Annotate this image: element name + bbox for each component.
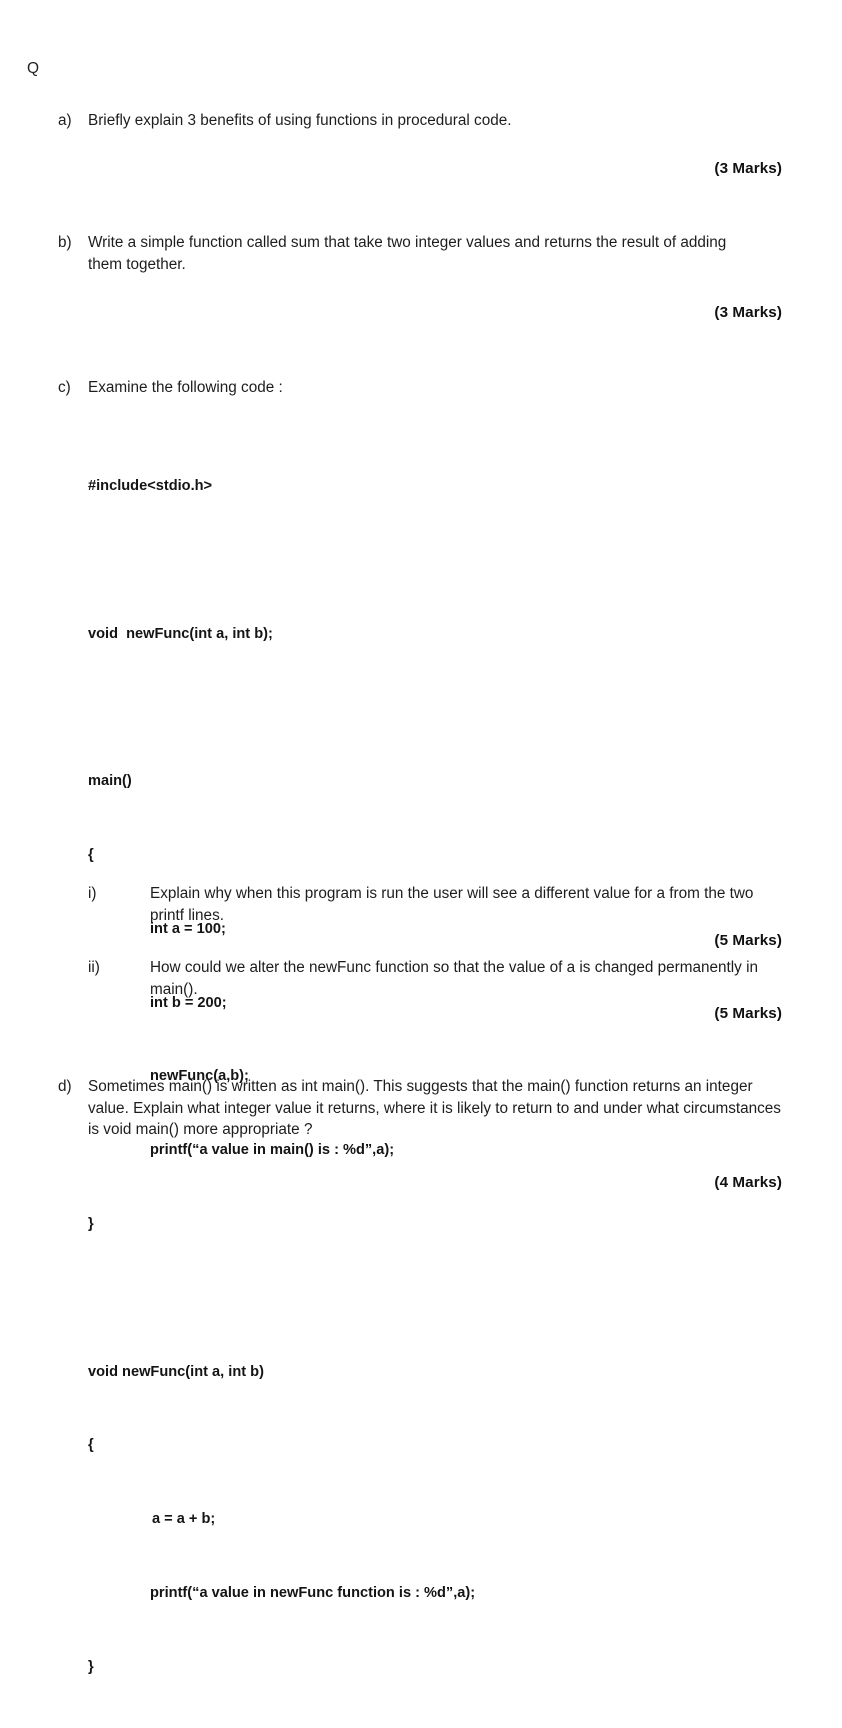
code-line-printf-newfunc: printf(“a value in newFunc function is :… [150, 1584, 476, 1601]
code-line-main-open-brace: { [88, 847, 94, 864]
marks-question-d: (4 Marks) [714, 1174, 782, 1191]
question-number-marker: Q [27, 60, 40, 77]
question-d-row: d) Sometimes main() is written as int ma… [0, 1076, 842, 1141]
marks-question-c-sub-i: (5 Marks) [714, 932, 782, 949]
question-c-sub-i-row: i) Explain why when this program is run … [0, 883, 842, 926]
code-line-newfunc-open-brace: { [88, 1437, 94, 1454]
marks-question-b: (3 Marks) [714, 304, 782, 321]
question-b: b) Write a simple function called sum th… [0, 232, 842, 275]
marks-question-c-sub-ii: (5 Marks) [714, 1005, 782, 1022]
code-line-newfunc-close-brace: } [88, 1658, 94, 1675]
question-c-sub-i-label: i) [88, 885, 97, 902]
question-a-label: a) [58, 112, 72, 129]
question-a-row: a) Briefly explain 3 benefits of using f… [0, 110, 842, 132]
question-d-label: d) [58, 1078, 72, 1095]
question-c-sub-i: i) Explain why when this program is run … [0, 883, 842, 926]
question-c-sub-ii-label: ii) [88, 959, 100, 976]
code-line-include: #include<stdio.h> [88, 478, 213, 495]
question-c-sub-ii: ii) How could we alter the newFunc funct… [0, 957, 842, 1000]
question-c-text: Examine the following code : [88, 379, 283, 396]
document-page: Q a) Briefly explain 3 benefits of using… [0, 0, 842, 1675]
question-b-text: Write a simple function called sum that … [88, 234, 727, 273]
question-d: d) Sometimes main() is written as int ma… [0, 1076, 842, 1141]
question-a: a) Briefly explain 3 benefits of using f… [0, 110, 842, 132]
marks-question-a: (3 Marks) [714, 160, 782, 177]
code-line-prototype: void newFunc(int a, int b); [88, 625, 273, 642]
question-c-sub-ii-row: ii) How could we alter the newFunc funct… [0, 957, 842, 1000]
code-line-assign-a: a = a + b; [152, 1511, 216, 1528]
question-c: c) Examine the following code : [0, 377, 842, 399]
code-line-newfunc-signature: void newFunc(int a, int b) [88, 1363, 264, 1380]
code-line-main-signature: main() [88, 773, 132, 790]
question-c-row: c) Examine the following code : [0, 377, 842, 399]
question-b-label: b) [58, 234, 72, 251]
question-b-row: b) Write a simple function called sum th… [0, 232, 842, 275]
question-c-sub-ii-text: How could we alter the newFunc function … [150, 959, 758, 998]
question-a-text: Briefly explain 3 benefits of using func… [88, 112, 512, 129]
code-line-main-close-brace: } [88, 1216, 94, 1232]
question-d-text: Sometimes main() is written as int main(… [88, 1078, 781, 1138]
question-c-label: c) [58, 379, 71, 396]
question-c-sub-i-text: Explain why when this program is run the… [150, 885, 754, 924]
code-line-printf-main: printf(“a value in main() is : %d”,a); [150, 1142, 395, 1159]
